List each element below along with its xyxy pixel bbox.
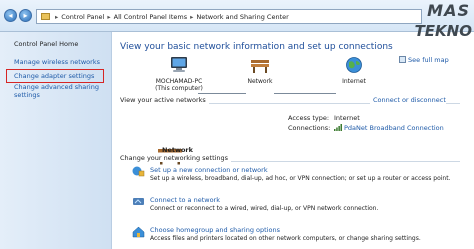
setup-connection-icon (132, 166, 145, 177)
breadcrumb-separator: ▸ (107, 12, 111, 21)
homegroup-icon (132, 226, 145, 238)
node-network[interactable]: Network (240, 56, 280, 85)
breadcrumb-all-items[interactable]: All Control Panel Items (114, 13, 187, 21)
breadcrumb-network-sharing[interactable]: Network and Sharing Center (196, 13, 288, 21)
change-settings-label: Change your networking settings (120, 154, 232, 162)
task-homegroup-desc: Access files and printers located on oth… (150, 235, 421, 242)
connections-link[interactable]: PdaNet Broadband Connection (334, 124, 444, 132)
active-networks-label: View your active networks (120, 96, 209, 104)
sidebar-control-panel-home[interactable]: Control Panel Home (14, 40, 78, 48)
breadcrumb-separator: ▸ (190, 12, 194, 21)
computer-icon (171, 57, 187, 72)
folder-icon (41, 13, 50, 20)
network-bench-icon (251, 60, 269, 73)
page-title: View your basic network information and … (120, 42, 393, 52)
task-connect-network-desc: Connect or reconnect to a wired, wired, … (150, 205, 379, 212)
connection-line (274, 93, 336, 94)
globe-icon (346, 57, 362, 73)
title-bar: ◂ ▸ ▸ Control Panel ▸ All Control Panel … (0, 0, 474, 32)
task-setup-connection[interactable]: Set up a new connection or network (150, 166, 268, 174)
see-full-map-label: See full map (408, 56, 449, 64)
task-setup-connection-desc: Set up a wireless, broadband, dial-up, a… (150, 175, 451, 182)
main-panel: View your basic network information and … (112, 32, 474, 249)
access-type-label: Access type: (288, 114, 330, 122)
sidebar-item-manage-wireless[interactable]: Manage wireless networks (14, 58, 100, 66)
forward-arrow-icon[interactable]: ▸ (19, 9, 32, 22)
node-this-computer[interactable]: MOCHAMAD-PC (This computer) (144, 56, 214, 92)
sidebar-item-advanced-sharing[interactable]: Change advanced sharing (14, 83, 99, 91)
back-arrow-icon[interactable]: ◂ (4, 9, 17, 22)
connect-or-disconnect-link[interactable]: Connect or disconnect (370, 96, 446, 104)
node-internet[interactable]: Internet (334, 56, 374, 85)
breadcrumb-separator: ▸ (55, 12, 59, 21)
breadcrumb-control-panel[interactable]: Control Panel (61, 13, 104, 21)
signal-bars-icon (334, 124, 342, 131)
watermark-line1: MAS (427, 1, 470, 20)
see-full-map-link[interactable]: See full map (399, 56, 449, 64)
access-type-value: Internet (334, 114, 360, 122)
connect-network-icon (133, 198, 144, 205)
sidebar: Control Panel Home Manage wireless netwo… (0, 32, 112, 249)
node-this-computer-name: MOCHAMAD-PC (155, 78, 203, 85)
highlight-box (6, 69, 104, 83)
node-internet-name: Internet (342, 78, 366, 85)
connections-label: Connections: (288, 124, 331, 132)
connection-line (198, 93, 246, 94)
address-bar[interactable]: ▸ Control Panel ▸ All Control Panel Item… (36, 9, 422, 24)
map-icon (399, 56, 406, 63)
node-this-computer-sub: (This computer) (155, 85, 203, 92)
task-connect-network[interactable]: Connect to a network (150, 196, 220, 204)
sidebar-item-advanced-sharing-cont[interactable]: settings (14, 91, 40, 99)
task-homegroup[interactable]: Choose homegroup and sharing options (150, 226, 280, 234)
connections-value: PdaNet Broadband Connection (344, 124, 444, 132)
node-network-name: Network (247, 78, 273, 85)
active-network-name: Network (162, 146, 193, 154)
